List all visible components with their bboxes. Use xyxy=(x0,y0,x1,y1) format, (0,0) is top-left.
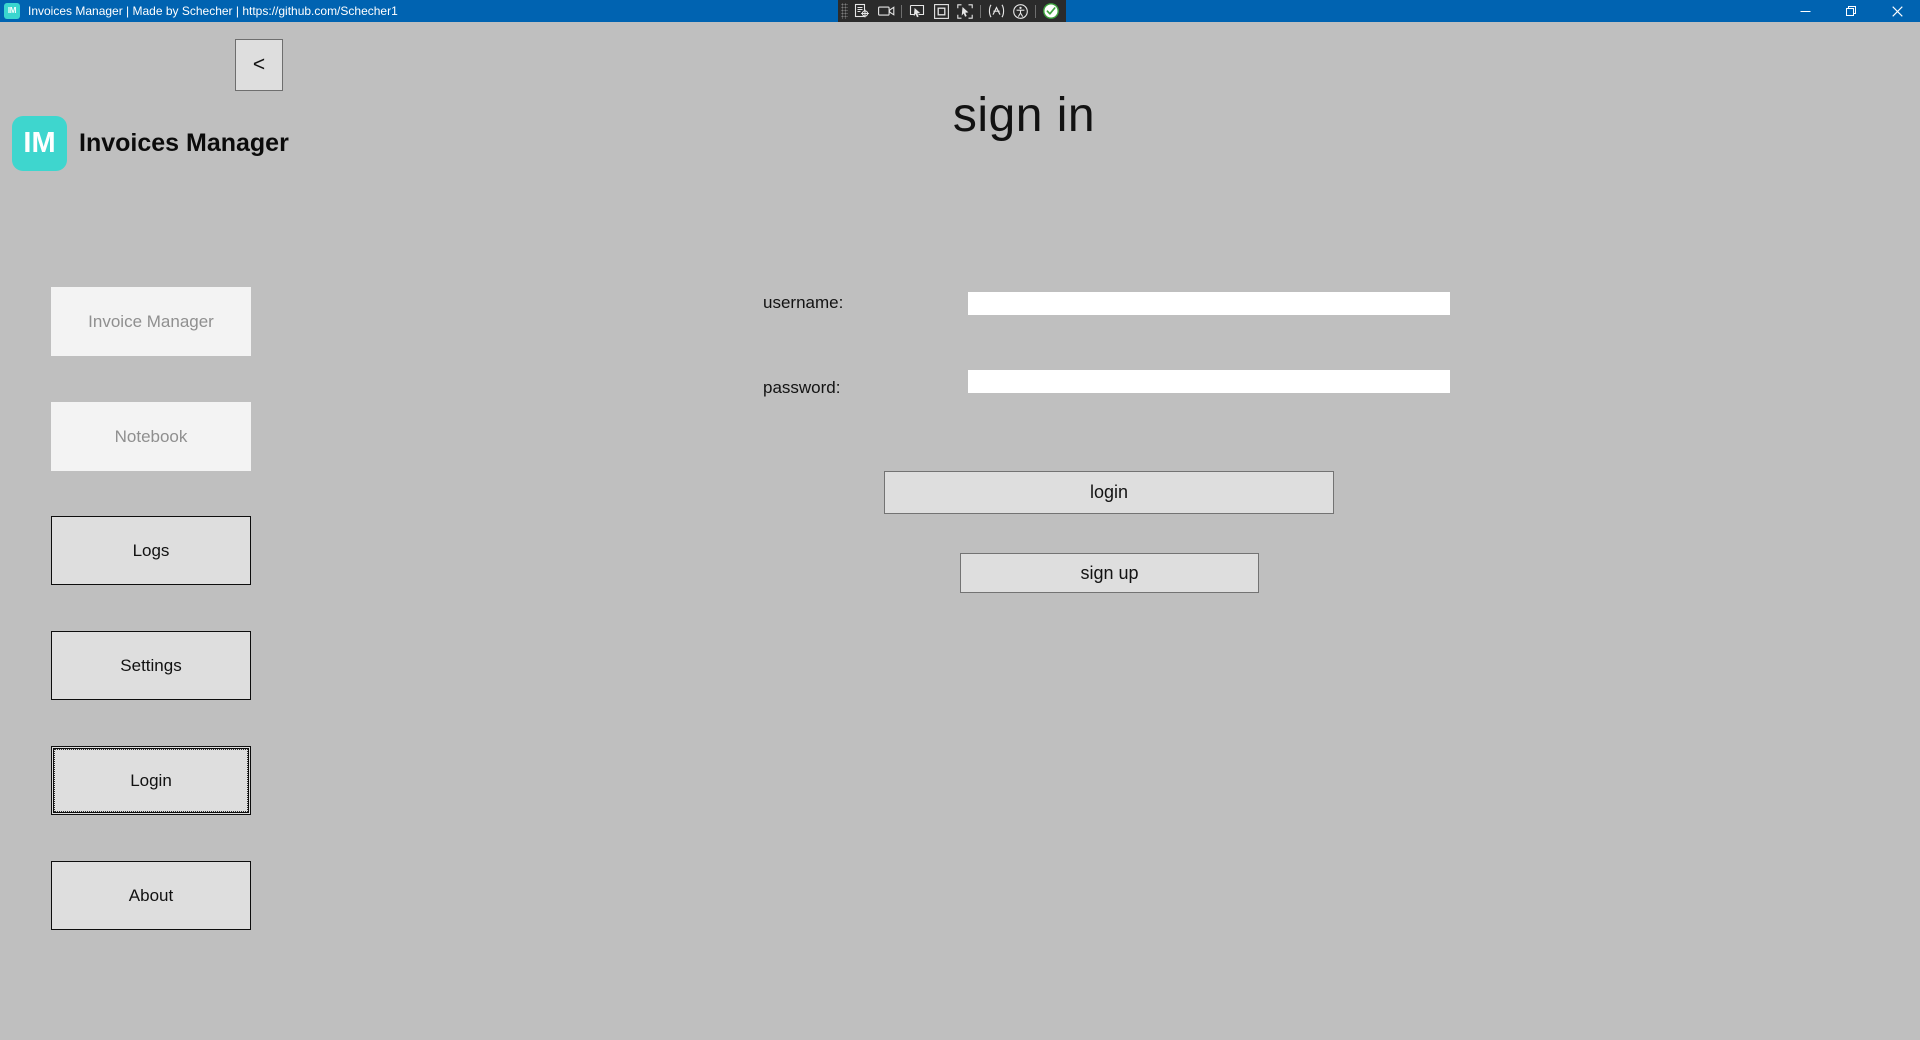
username-input[interactable] xyxy=(968,292,1450,315)
sidebar-item-settings[interactable]: Settings xyxy=(51,631,251,700)
sidebar-item-label: Settings xyxy=(120,655,182,675)
username-label: username: xyxy=(763,293,844,312)
select-region-button[interactable] xyxy=(929,1,953,21)
minimize-icon xyxy=(1800,10,1810,12)
capture-element-button[interactable] xyxy=(850,1,874,21)
password-input[interactable] xyxy=(968,370,1450,393)
grip-dots-icon[interactable] xyxy=(841,3,848,19)
page-title: sign in xyxy=(952,89,1096,142)
minimize-button[interactable] xyxy=(1782,0,1828,22)
accessibility-person-icon xyxy=(1012,3,1028,19)
cursor-screen-icon xyxy=(909,4,925,18)
sidebar-item-label: Notebook xyxy=(114,426,188,446)
app-icon: IM xyxy=(4,3,20,19)
video-camera-icon xyxy=(877,6,894,16)
sidebar-item-label: Invoice Manager xyxy=(88,311,214,331)
cursor-brackets-icon xyxy=(957,3,973,19)
window-title: Invoices Manager | Made by Schecher | ht… xyxy=(28,4,398,18)
close-icon xyxy=(1891,5,1903,17)
flow-zigzag-icon xyxy=(988,4,1004,18)
square-in-square-icon xyxy=(933,3,949,19)
select-cursor-button[interactable] xyxy=(905,1,929,21)
login-button[interactable]: login xyxy=(884,471,1334,514)
inspect-flow-button[interactable] xyxy=(984,1,1008,21)
record-video-button[interactable] xyxy=(874,1,898,21)
app-window-body: < IM Invoices Manager Invoice Manager No… xyxy=(0,22,1920,1040)
accessibility-button[interactable] xyxy=(1008,1,1032,21)
sidebar-item-label: About xyxy=(128,885,174,905)
confirm-button[interactable] xyxy=(1039,1,1063,21)
capture-toolbar[interactable] xyxy=(838,0,1066,22)
back-button[interactable]: < xyxy=(235,39,283,91)
restore-icon xyxy=(1845,5,1856,16)
password-label: password: xyxy=(763,378,841,397)
pick-element-button[interactable] xyxy=(953,1,977,21)
sidebar-item-label: Login xyxy=(130,770,172,790)
sidebar-item-notebook[interactable]: Notebook xyxy=(51,402,251,471)
toolbar-separator xyxy=(901,4,902,18)
capture-element-icon xyxy=(854,3,869,18)
restore-button[interactable] xyxy=(1828,0,1874,22)
brand-header: IM Invoices Manager xyxy=(12,116,289,171)
toolbar-separator xyxy=(1035,4,1036,18)
signup-button[interactable]: sign up xyxy=(960,553,1259,593)
app-name-label: Invoices Manager xyxy=(79,129,289,157)
sidebar-item-logs[interactable]: Logs xyxy=(51,516,251,585)
close-button[interactable] xyxy=(1874,0,1920,22)
window-controls xyxy=(1782,0,1920,22)
green-check-circle-icon xyxy=(1043,3,1059,19)
toolbar-separator xyxy=(980,4,981,18)
sidebar-item-invoice-manager[interactable]: Invoice Manager xyxy=(51,287,251,356)
sidebar-item-login[interactable]: Login xyxy=(51,746,251,815)
sidebar-item-label: Logs xyxy=(132,540,170,560)
app-logo-icon: IM xyxy=(12,116,67,171)
sidebar-item-about[interactable]: About xyxy=(51,861,251,930)
